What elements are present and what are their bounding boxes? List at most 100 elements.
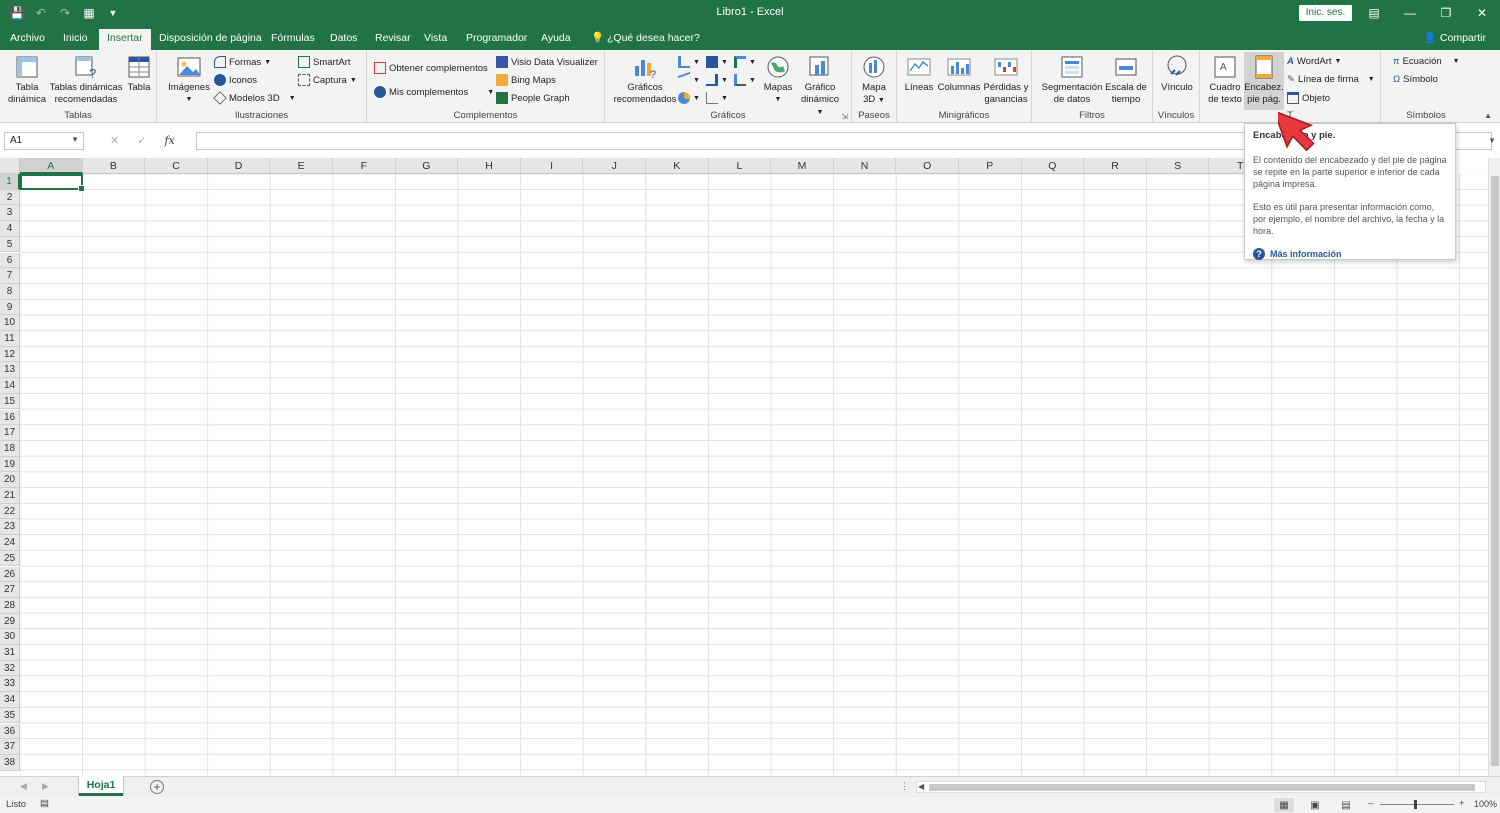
tell-me-box[interactable]: 💡 ¿Qué desea hacer? bbox=[591, 30, 700, 50]
tab-revisar[interactable]: Revisar bbox=[375, 30, 411, 50]
macro-record-icon[interactable]: ▤ bbox=[40, 798, 49, 809]
row-header[interactable]: 24 bbox=[0, 535, 20, 551]
add-sheet-icon[interactable]: + bbox=[150, 780, 164, 794]
scroll-left-icon[interactable]: ◀ bbox=[918, 782, 924, 791]
map3d-button[interactable]: Mapa 3D ▼ bbox=[856, 54, 892, 107]
horizontal-scrollbar[interactable]: ◀ bbox=[916, 781, 1486, 793]
row-header[interactable]: 23 bbox=[0, 519, 20, 536]
combo-chart-button[interactable]: ▼ bbox=[734, 74, 756, 86]
people-graph-button[interactable]: People Graph bbox=[496, 92, 570, 104]
recommended-pivot-button[interactable]: ? Tablas dinámicas recomendadas bbox=[49, 54, 123, 106]
row-header[interactable]: 31 bbox=[0, 645, 20, 661]
statistic-chart-button[interactable]: ▼ bbox=[706, 74, 728, 86]
row-header[interactable]: 9 bbox=[0, 299, 20, 316]
visio-button[interactable]: Visio Data Visualizer bbox=[496, 56, 598, 68]
row-header[interactable]: 30 bbox=[0, 629, 20, 645]
horizontal-scroll-thumb[interactable] bbox=[929, 784, 1475, 791]
textbox-button[interactable]: A Cuadro de texto bbox=[1206, 54, 1244, 106]
row-header[interactable]: 11 bbox=[0, 331, 20, 347]
tab-split-handle-icon[interactable]: ⋮ bbox=[900, 781, 909, 792]
waterfall-chart-button[interactable]: ▼ bbox=[734, 56, 756, 68]
sign-in-button[interactable]: Inic. ses. bbox=[1299, 5, 1352, 21]
column-header[interactable]: D bbox=[207, 158, 271, 174]
row-header[interactable]: 19 bbox=[0, 456, 20, 473]
column-header[interactable]: R bbox=[1084, 158, 1147, 174]
tab-programador[interactable]: Programador bbox=[466, 30, 527, 50]
column-header[interactable]: E bbox=[270, 158, 333, 174]
column-header[interactable]: C bbox=[145, 158, 208, 174]
recommended-charts-button[interactable]: ? Gráficos recomendados bbox=[613, 54, 677, 106]
normal-view-icon[interactable]: ▦ bbox=[1274, 798, 1294, 812]
maps-button[interactable]: Mapas ▼ bbox=[760, 54, 796, 106]
column-chart-button[interactable]: ▼ bbox=[678, 56, 700, 68]
column-header[interactable]: L bbox=[708, 158, 772, 174]
row-header[interactable]: 32 bbox=[0, 660, 20, 677]
next-sheet-icon[interactable]: ▶ bbox=[42, 781, 49, 792]
symbol-button[interactable]: Ω Símbolo bbox=[1393, 74, 1438, 85]
link-button[interactable]: Vínculo bbox=[1157, 54, 1197, 94]
equation-button[interactable]: π Ecuación ▼ bbox=[1393, 56, 1460, 67]
zoom-slider[interactable] bbox=[1380, 804, 1454, 805]
icons-button[interactable]: Iconos bbox=[214, 74, 257, 86]
zoom-out-icon[interactable]: – bbox=[1368, 798, 1373, 809]
sheet-tab-hoja1[interactable]: Hoja1 bbox=[79, 776, 123, 796]
scatter-chart-button[interactable]: ▼ bbox=[706, 92, 728, 104]
column-header[interactable]: B bbox=[82, 158, 146, 174]
column-header[interactable]: S bbox=[1146, 158, 1210, 174]
column-header[interactable]: F bbox=[333, 158, 396, 174]
column-header[interactable]: A bbox=[20, 158, 83, 174]
close-icon[interactable]: ✕ bbox=[1464, 0, 1500, 26]
vertical-scroll-thumb[interactable] bbox=[1491, 176, 1499, 766]
wordart-button[interactable]: A WordArt ▼ bbox=[1287, 56, 1341, 67]
row-header[interactable]: 18 bbox=[0, 440, 20, 457]
line-chart-button[interactable]: ▼ bbox=[678, 71, 700, 89]
row-header[interactable]: 20 bbox=[0, 472, 20, 488]
row-header[interactable]: 17 bbox=[0, 425, 20, 441]
row-header[interactable]: 25 bbox=[0, 550, 20, 567]
column-header[interactable]: M bbox=[771, 158, 834, 174]
row-header[interactable]: 12 bbox=[0, 346, 20, 363]
insert-function-icon[interactable]: fx bbox=[164, 134, 174, 147]
tab-ayuda[interactable]: Ayuda bbox=[541, 30, 571, 50]
zoom-slider-thumb[interactable] bbox=[1414, 800, 1417, 809]
sparkline-lines-button[interactable]: Líneas bbox=[904, 54, 934, 94]
row-header[interactable]: 10 bbox=[0, 315, 20, 331]
row-header[interactable]: 27 bbox=[0, 582, 20, 598]
zoom-in-icon[interactable]: + bbox=[1459, 798, 1465, 809]
get-addins-button[interactable]: Obtener complementos bbox=[374, 62, 488, 74]
row-header[interactable]: 4 bbox=[0, 221, 20, 237]
tab-disposicion[interactable]: Disposición de página bbox=[159, 30, 262, 50]
row-header[interactable]: 16 bbox=[0, 409, 20, 426]
screenshot-button[interactable]: Captura ▼ bbox=[298, 74, 357, 86]
table-button[interactable]: Tabla bbox=[124, 54, 154, 94]
sparkline-winloss-button[interactable]: Pérdidas y ganancias bbox=[983, 54, 1029, 106]
row-header[interactable]: 21 bbox=[0, 488, 20, 504]
tab-insertar[interactable]: Insertar bbox=[99, 29, 151, 50]
ribbon-display-icon[interactable]: ▤ bbox=[1356, 0, 1392, 26]
row-header[interactable]: 14 bbox=[0, 378, 20, 394]
column-header[interactable]: H bbox=[458, 158, 521, 174]
prev-sheet-icon[interactable]: ◀ bbox=[20, 781, 27, 792]
row-header[interactable]: 26 bbox=[0, 566, 20, 583]
images-button[interactable]: Imágenes ▼ bbox=[167, 54, 211, 106]
tab-datos[interactable]: Datos bbox=[330, 30, 357, 50]
column-header[interactable]: Q bbox=[1021, 158, 1085, 174]
expand-formula-icon[interactable]: ▼ bbox=[1488, 136, 1496, 145]
column-header[interactable]: I bbox=[520, 158, 584, 174]
name-box-dropdown-icon[interactable]: ▼ bbox=[71, 135, 79, 144]
zoom-level[interactable]: 100% bbox=[1474, 799, 1497, 809]
timeline-button[interactable]: Escala de tiempo bbox=[1104, 54, 1148, 106]
column-header[interactable]: O bbox=[896, 158, 959, 174]
cancel-icon[interactable]: ✕ bbox=[110, 134, 119, 147]
tab-archivo[interactable]: Archivo bbox=[10, 30, 45, 50]
column-header[interactable]: K bbox=[646, 158, 709, 174]
row-header[interactable]: 7 bbox=[0, 268, 20, 284]
page-layout-view-icon[interactable]: ▣ bbox=[1305, 798, 1325, 812]
row-header[interactable]: 3 bbox=[0, 205, 20, 222]
row-header[interactable]: 38 bbox=[0, 754, 20, 771]
models3d-button[interactable]: Modelos 3D ▼ bbox=[213, 91, 296, 105]
sparkline-columns-button[interactable]: Columnas bbox=[937, 54, 981, 94]
row-header[interactable]: 8 bbox=[0, 283, 20, 300]
bing-maps-button[interactable]: Bing Maps bbox=[496, 74, 556, 86]
row-header[interactable]: 33 bbox=[0, 676, 20, 693]
